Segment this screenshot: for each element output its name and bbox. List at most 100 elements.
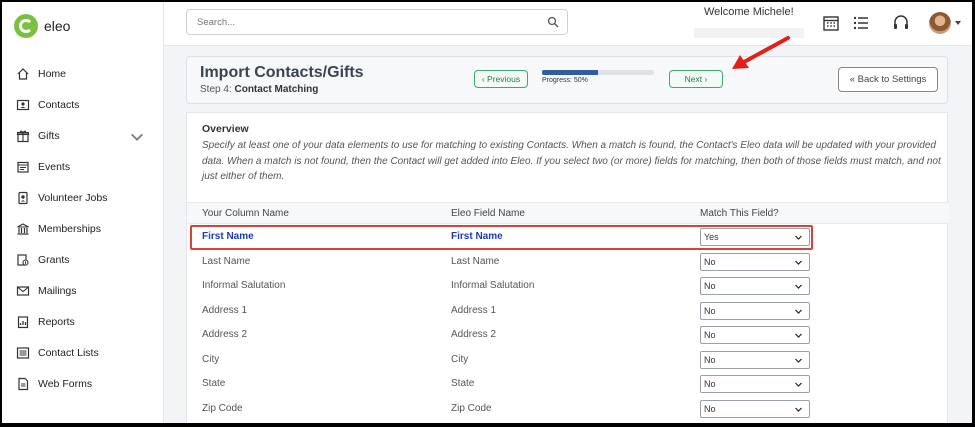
match-field-select[interactable]: Yes [700,228,810,246]
match-field-select[interactable]: No [700,399,810,418]
match-field-value: No [704,403,716,414]
progress-label: Progress: 50% [542,77,588,84]
eleo-field-name: Address 1 [451,304,497,316]
sidebar-item-label: Memberships [38,222,102,235]
chevron-down-icon[interactable] [130,130,144,144]
your-column-name: First Name [202,231,254,242]
eleo-logo-icon [14,14,38,38]
search-box [186,9,568,35]
chevron-down-icon [795,407,802,412]
progress-bar-fill [542,70,598,75]
matching-panel: Overview Specify at least one of your da… [186,112,949,423]
search-input[interactable] [187,10,527,34]
sidebar-item-contacts[interactable]: Contacts [2,89,164,120]
caret-down-icon[interactable] [955,21,961,25]
your-column-name: City [202,353,220,365]
sidebar-item-events[interactable]: Events [2,151,164,182]
calendar-icon [17,161,29,173]
report-icon [17,315,29,328]
next-button[interactable]: Next › [669,70,723,88]
grant-icon [17,253,29,266]
table-row: First Name First Name Yes [187,224,949,250]
sidebar-item-contact-lists[interactable]: Contact Lists [2,337,164,368]
sidebar-item-mailings[interactable]: Mailings [2,275,164,306]
table-row: Address 1 Address 1 No [187,298,949,323]
match-field-select[interactable]: No [700,277,810,295]
table-row: State State No [187,371,949,396]
column-header-eleo-field: Eleo Field Name [451,208,525,219]
task-list-icon[interactable] [852,14,870,32]
table-row: Zip Code Zip Code No [187,396,949,421]
your-column-name: State [202,378,226,389]
table-row: Address 2 Address 2 No [187,322,949,347]
match-field-value: No [704,330,716,340]
chevron-down-icon [795,382,802,387]
table-row: Last Name Last Name No [187,249,949,274]
eleo-field-name: Address 2 [451,329,497,340]
org-name-redacted [694,28,804,38]
eleo-field-name: Last Name [451,255,500,267]
app-window: eleo Home Contacts Gifts Events Voluntee… [2,2,972,423]
avatar[interactable] [929,12,951,34]
eleo-field-name: State [451,378,475,389]
match-field-value: No [704,354,716,365]
table-header: Your Column Name Eleo Field Name Match T… [187,202,949,224]
sidebar-item-grants[interactable]: Grants [2,244,164,275]
sidebar-item-label: Volunteer Jobs [38,191,108,204]
sidebar-item-label: Web Forms [38,377,93,390]
your-column-name: Informal Salutation [202,280,286,291]
sidebar-item-memberships[interactable]: Memberships [2,213,164,244]
badge-icon [18,191,28,204]
chevron-down-icon [795,358,802,363]
brand-name: eleo [44,18,71,34]
welcome-message: Welcome Michele! [704,6,794,18]
sidebar-item-label: Mailings [38,284,77,297]
match-field-value: Yes [704,232,719,242]
page-header: Import Contacts/Gifts Step 4: Contact Ma… [186,56,948,104]
column-header-match: Match This Field? [700,208,779,219]
your-column-name: Zip Code [202,402,243,414]
sidebar-item-label: Contact Lists [38,346,99,359]
match-field-select[interactable]: No [700,252,810,271]
list-icon [16,346,30,359]
match-field-select[interactable]: No [700,350,810,369]
sidebar: eleo Home Contacts Gifts Events Voluntee… [2,2,164,423]
page-title: Import Contacts/Gifts [200,64,364,81]
sidebar-item-home[interactable]: Home [2,58,164,89]
overview-text: Specify at least one of your data elemen… [202,140,941,182]
match-field-select[interactable]: No [700,326,810,344]
previous-button[interactable]: ‹ Previous [474,70,528,88]
eleo-field-name: City [451,353,469,365]
mail-icon [16,285,30,296]
sidebar-item-gifts[interactable]: Gifts [2,120,164,151]
column-header-your-column: Your Column Name [202,208,289,219]
match-field-value: No [704,379,716,389]
table-row: City City No [187,347,949,372]
building-icon [17,222,29,235]
logo[interactable]: eleo [14,14,70,38]
your-column-name: Address 2 [202,329,248,340]
chevron-down-icon [795,235,802,240]
match-field-select[interactable]: No [700,301,810,320]
eleo-field-name: Informal Salutation [451,280,535,291]
search-icon[interactable] [547,16,559,28]
match-field-select[interactable]: No [700,375,810,393]
headset-icon[interactable] [892,14,910,32]
calendar-icon[interactable] [822,14,840,32]
sidebar-item-volunteer-jobs[interactable]: Volunteer Jobs [2,182,164,213]
sidebar-item-web-forms[interactable]: Web Forms [2,368,164,399]
contacts-icon [16,99,30,110]
eleo-field-name: Zip Code [451,402,492,414]
sidebar-item-label: Home [38,67,67,80]
sidebar-nav: Home Contacts Gifts Events Volunteer Job… [2,58,164,399]
back-to-settings-button[interactable]: « Back to Settings [838,67,938,92]
sidebar-item-reports[interactable]: Reports [2,306,164,337]
matching-table: Your Column Name Eleo Field Name Match T… [187,202,949,420]
match-field-value: No [704,305,716,316]
sidebar-item-label: Gifts [38,129,60,142]
top-bar: Welcome Michele! [164,2,972,46]
sidebar-item-label: Events [38,160,71,173]
eleo-field-name: First Name [451,231,503,242]
chevron-down-icon [795,260,802,265]
your-column-name: Address 1 [202,304,248,316]
